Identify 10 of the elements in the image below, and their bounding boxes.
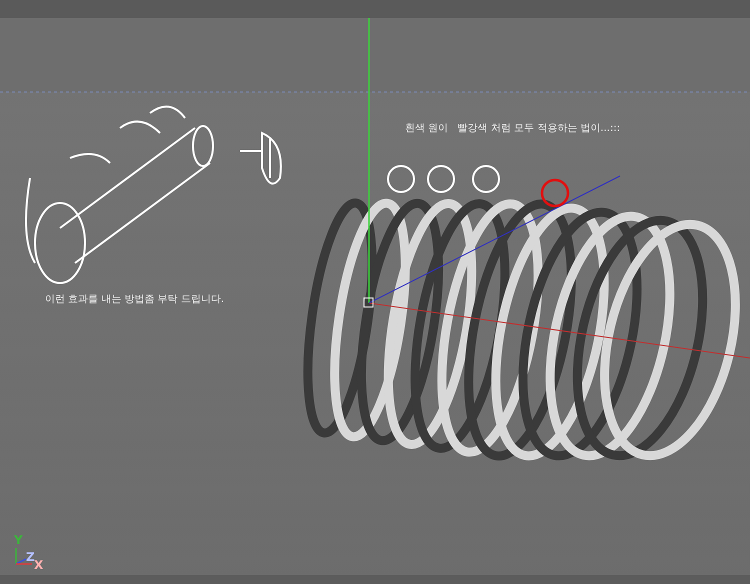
object-axis-icon[interactable] (364, 298, 374, 308)
axis-label: Z (26, 550, 35, 564)
axis-label: X (34, 558, 44, 572)
circle-mark (540, 178, 570, 208)
circle-mark (427, 165, 455, 193)
circle-mark (387, 165, 415, 193)
axis-label: Y (14, 533, 23, 547)
circle-mark (472, 165, 500, 193)
annotation-text: 흰색 원이 빨강색 처럼 모두 적용하는 법이...::: (405, 122, 620, 135)
annotation-text: 이런 효과를 내는 방법좀 부탁 드립니다. (45, 293, 224, 306)
